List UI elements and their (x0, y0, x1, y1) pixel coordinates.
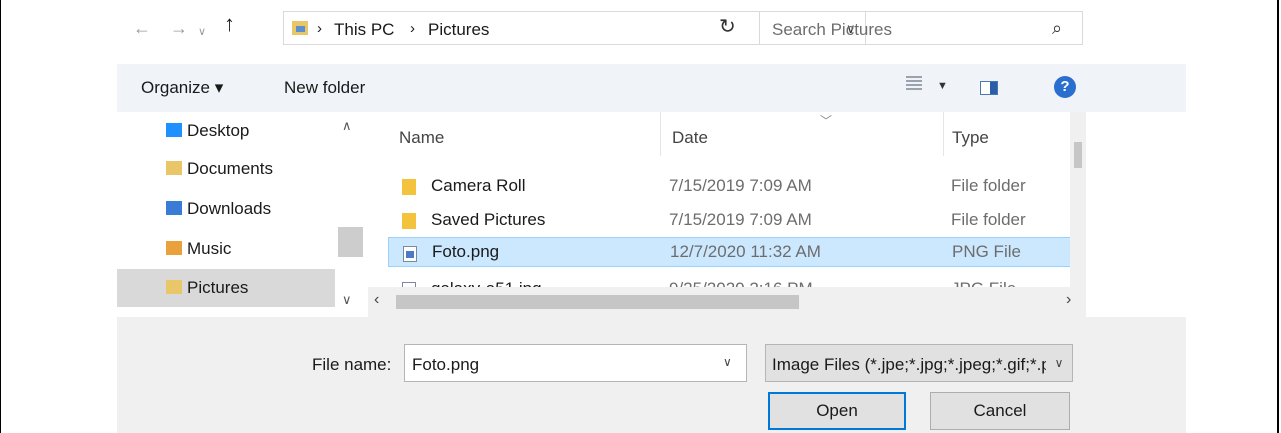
view-options-dropdown-icon[interactable]: ▼ (937, 80, 948, 92)
pictures-location-icon (292, 21, 308, 35)
file-list-vertical-scrollbar[interactable] (1070, 112, 1086, 287)
column-header-date[interactable]: Date (672, 128, 708, 148)
folder-icon (402, 213, 416, 229)
navigation-pane: Desktop Documents Downloads Music Pictur… (117, 112, 368, 317)
command-bar: Organize ▾ New folder ▼ ? (117, 64, 1186, 112)
file-row[interactable]: Camera Roll 7/15/2019 7:09 AM File folde… (388, 171, 1073, 201)
file-type: File folder (951, 176, 1026, 195)
open-button[interactable]: Open (768, 392, 906, 430)
sidebar-item-label: Documents (187, 159, 273, 178)
downloads-folder-icon (166, 201, 182, 215)
sidebar-item-pictures[interactable]: Pictures (117, 269, 335, 307)
sidebar-item-label: Pictures (187, 278, 249, 297)
file-name-value[interactable]: Foto.png (412, 355, 479, 375)
sort-indicator-icon: ﹀ (820, 114, 833, 128)
scroll-thumb[interactable] (338, 227, 363, 257)
file-name: Foto.png (432, 242, 500, 261)
preview-pane-icon[interactable] (980, 81, 998, 95)
sidebar-item-desktop[interactable]: Desktop (117, 112, 335, 150)
sidebar-item-label: Downloads (187, 199, 272, 218)
cancel-button[interactable]: Cancel (930, 392, 1070, 430)
scroll-left-icon[interactable]: ‹ (374, 291, 379, 309)
file-list-horizontal-scrollbar[interactable]: ‹ › (368, 287, 1086, 317)
file-list: ﹀ Name Date Type Camera Roll 7/15/2019 7… (368, 112, 1186, 317)
file-type: File folder (951, 210, 1026, 229)
folder-icon (402, 179, 416, 195)
open-file-dialog: ← → ∨ ↑ › This PC › Pictures ∨ ↻ Search … (117, 0, 1186, 433)
help-icon[interactable]: ? (1054, 76, 1076, 98)
recent-locations-chevron-icon[interactable]: ∨ (198, 22, 206, 42)
dialog-footer: File name: Foto.png ∨ Image Files (*.jpe… (117, 317, 1186, 433)
up-arrow-icon[interactable]: ↑ (224, 13, 235, 35)
scroll-thumb[interactable] (1074, 142, 1082, 168)
file-type-filter[interactable]: Image Files (*.jpe;*.jpg;*.jpeg;*.gif;*.… (765, 344, 1073, 382)
new-folder-button[interactable]: New folder (284, 78, 365, 98)
breadcrumb-pictures[interactable]: Pictures (428, 20, 489, 40)
change-view-icon[interactable] (906, 76, 922, 94)
file-date: 12/7/2020 11:32 AM (670, 242, 821, 261)
image-file-icon (403, 246, 417, 262)
sidebar-item-label: Music (187, 239, 232, 258)
column-header-type[interactable]: Type (952, 128, 989, 148)
music-folder-icon (166, 241, 182, 255)
scroll-up-icon[interactable]: ∧ (342, 118, 352, 134)
chevron-down-icon[interactable]: ∨ (723, 355, 732, 369)
sidebar-item-downloads[interactable]: Downloads (117, 190, 335, 228)
file-name-field[interactable]: Foto.png ∨ (404, 344, 747, 382)
file-date: 7/15/2019 7:09 AM (669, 176, 812, 195)
chevron-down-icon[interactable]: ∨ (1046, 345, 1072, 381)
sidebar-item-documents[interactable]: Documents (117, 150, 335, 188)
file-row-selected[interactable]: Foto.png 12/7/2020 11:32 AM PNG File (388, 237, 1073, 267)
search-input[interactable]: Search Pictures ⌕ (759, 11, 1083, 45)
file-date: 7/15/2019 7:09 AM (669, 210, 812, 229)
scroll-down-icon[interactable]: ∨ (342, 292, 352, 308)
breadcrumb-separator-icon[interactable]: › (317, 20, 322, 37)
pictures-folder-icon (166, 280, 182, 294)
refresh-icon[interactable]: ↻ (719, 14, 736, 39)
back-icon[interactable]: ← (133, 18, 151, 38)
file-name: Saved Pictures (431, 210, 546, 229)
documents-folder-icon (166, 161, 182, 175)
navigation-scrollbar[interactable]: ∧ ∨ (336, 112, 364, 317)
scroll-right-icon[interactable]: › (1066, 291, 1071, 309)
file-type-filter-value: Image Files (*.jpe;*.jpg;*.jpeg;*.gif;*.… (772, 355, 1073, 374)
desktop-folder-icon (166, 123, 182, 137)
sidebar-item-music[interactable]: Music (117, 230, 335, 268)
column-divider[interactable] (943, 112, 944, 156)
file-type: PNG File (952, 242, 1021, 261)
file-name: Camera Roll (431, 176, 526, 195)
scroll-thumb[interactable] (396, 295, 799, 309)
column-divider[interactable] (660, 112, 661, 156)
search-placeholder: Search Pictures (772, 20, 892, 39)
breadcrumb-separator-icon[interactable]: › (410, 20, 415, 37)
file-row[interactable]: Saved Pictures 7/15/2019 7:09 AM File fo… (388, 205, 1073, 235)
file-name-label: File name: (312, 355, 392, 374)
column-header-name[interactable]: Name (399, 128, 444, 148)
screen-edge-right (1277, 0, 1279, 433)
search-icon[interactable]: ⌕ (1052, 18, 1062, 39)
breadcrumb-this-pc[interactable]: This PC (334, 20, 394, 40)
screen-edge-left (0, 0, 1, 433)
sidebar-item-label: Desktop (187, 121, 250, 140)
organize-button[interactable]: Organize ▾ (141, 78, 223, 98)
forward-icon[interactable]: → (170, 18, 188, 38)
